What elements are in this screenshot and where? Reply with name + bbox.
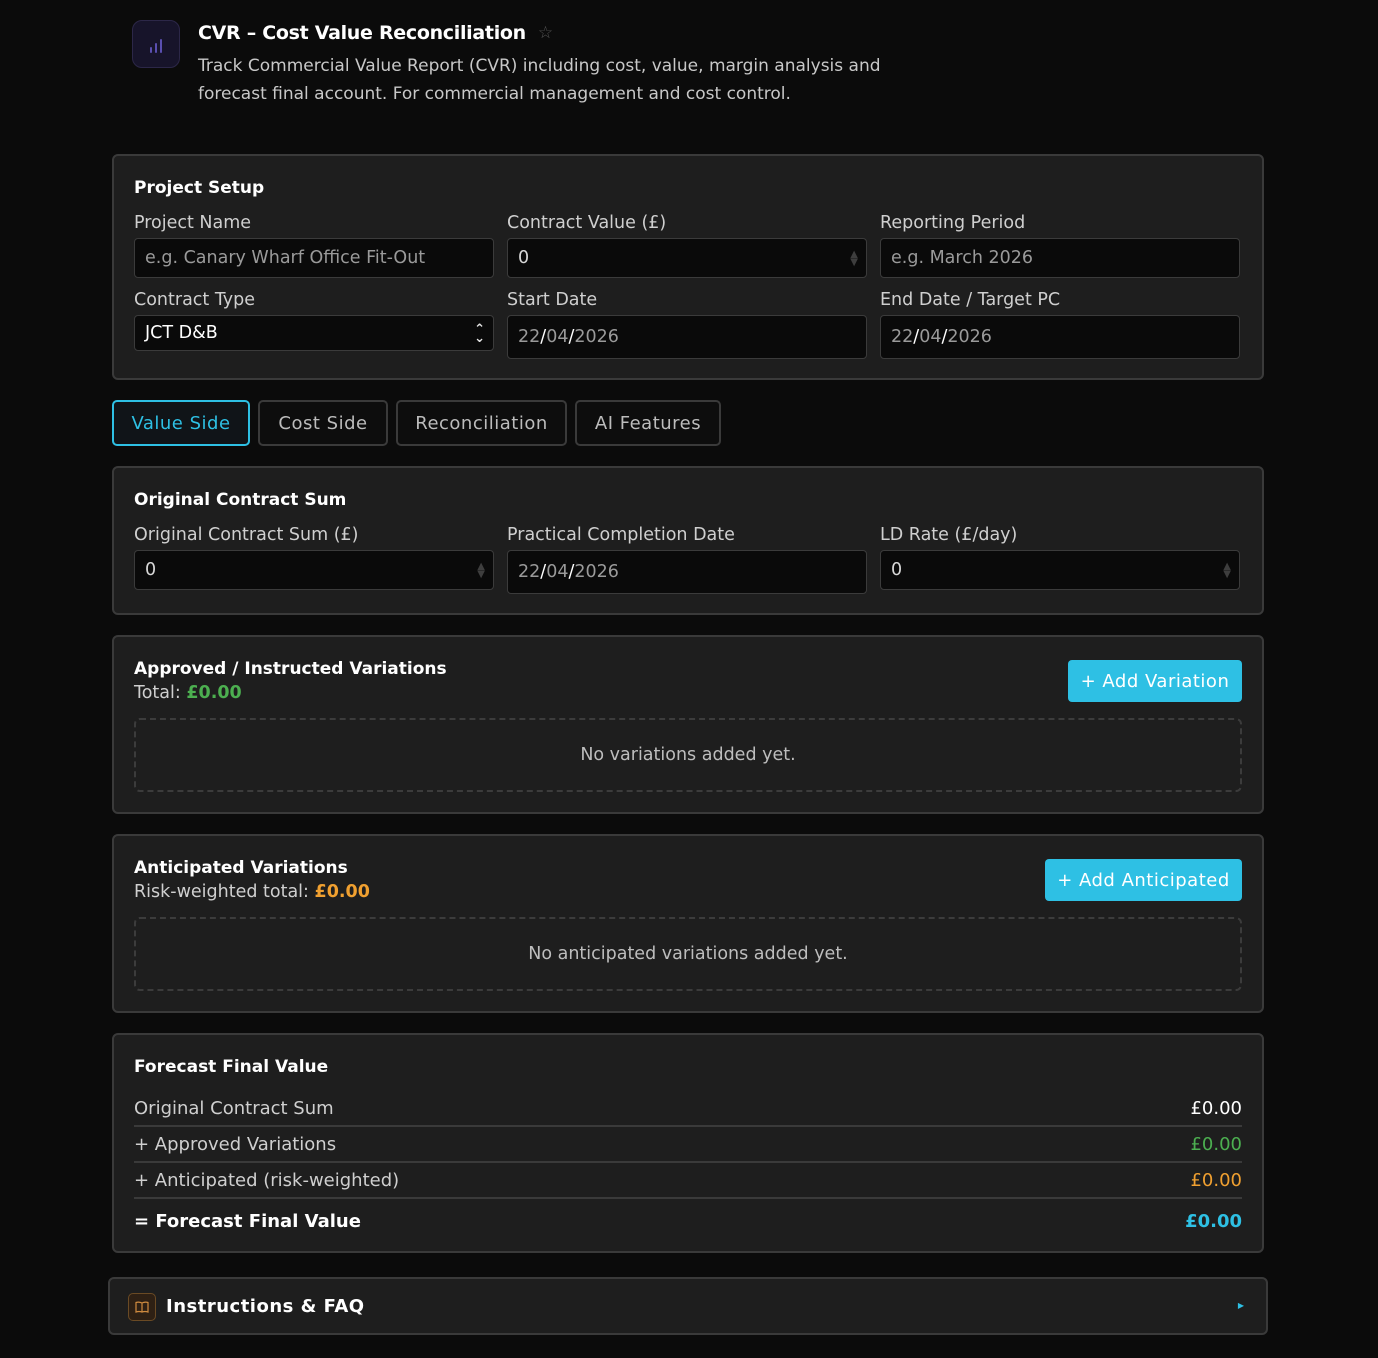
pc-date-label: Practical Completion Date xyxy=(507,525,735,545)
empty-state: No anticipated variations added yet. xyxy=(134,917,1242,991)
forecast-row-original: Original Contract Sum £0.00 xyxy=(134,1091,1242,1127)
forecast-row-anticipated: + Anticipated (risk-weighted) £0.00 xyxy=(134,1163,1242,1199)
contract-type-value: JCT D&B xyxy=(145,323,218,343)
date-month: 04 xyxy=(546,562,569,582)
contract-value-text: 0 xyxy=(518,248,530,268)
tab-value-side[interactable]: Value Side xyxy=(112,400,250,446)
faq-title: Instructions & FAQ xyxy=(166,1296,365,1317)
contract-type-select[interactable]: JCT D&B ⌃ ⌄ xyxy=(134,315,494,351)
start-date-input[interactable]: 22/04/2026 xyxy=(507,315,867,359)
caret-right-icon: ▶ xyxy=(1237,1301,1244,1310)
row-label: Original Contract Sum xyxy=(134,1097,334,1119)
contract-sum-label: Original Contract Sum (£) xyxy=(134,525,359,545)
ld-rate-label: LD Rate (£/day) xyxy=(880,525,1018,545)
total-label: Total: xyxy=(134,683,181,703)
tab-ai-features[interactable]: AI Features xyxy=(575,400,721,446)
date-year: 2026 xyxy=(574,562,619,582)
end-date-label: End Date / Target PC xyxy=(880,290,1061,310)
add-anticipated-button[interactable]: + Add Anticipated xyxy=(1045,859,1242,901)
variations-total: Total: £0.00 xyxy=(134,683,242,703)
contract-sum-input[interactable]: 0 ▲ ▼ xyxy=(134,550,494,590)
row-value: £0.00 xyxy=(1185,1210,1242,1232)
tab-cost-side[interactable]: Cost Side xyxy=(258,400,388,446)
project-name-label: Project Name xyxy=(134,213,252,233)
row-label: + Anticipated (risk-weighted) xyxy=(134,1169,400,1191)
chevron-updown-icon: ⌃ ⌄ xyxy=(474,322,485,346)
contract-sum-value: 0 xyxy=(145,560,157,580)
date-day: 22 xyxy=(518,562,541,582)
number-spinner-icon[interactable]: ▲ ▼ xyxy=(477,562,485,580)
ld-rate-value: 0 xyxy=(891,560,903,580)
ld-rate-input[interactable]: 0 ▲ ▼ xyxy=(880,550,1240,590)
reporting-period-label: Reporting Period xyxy=(880,213,1026,233)
anticipated-variations-card: Anticipated Variations Risk-weighted tot… xyxy=(112,834,1264,1013)
page-title: CVR – Cost Value Reconciliation xyxy=(198,22,526,44)
total-value: £0.00 xyxy=(186,683,242,703)
row-value: £0.00 xyxy=(1190,1097,1242,1119)
approved-variations-card: Approved / Instructed Variations Total: … xyxy=(112,635,1264,814)
number-spinner-icon[interactable]: ▲ ▼ xyxy=(1223,562,1231,580)
contract-value-input[interactable]: 0 ▲ ▼ xyxy=(507,238,867,278)
add-variation-button[interactable]: + Add Variation xyxy=(1068,660,1242,702)
star-icon[interactable]: ☆ xyxy=(538,24,553,42)
date-day: 22 xyxy=(891,327,914,347)
date-year: 2026 xyxy=(947,327,992,347)
forecast-row-approved: + Approved Variations £0.00 xyxy=(134,1127,1242,1163)
total-label: Risk-weighted total: xyxy=(134,882,309,902)
reporting-period-input[interactable]: e.g. March 2026 xyxy=(880,238,1240,278)
contract-type-label: Contract Type xyxy=(134,290,256,310)
instructions-faq-toggle[interactable]: Instructions & FAQ ▶ xyxy=(108,1277,1268,1335)
row-label: + Approved Variations xyxy=(134,1133,337,1155)
card-title: Forecast Final Value xyxy=(134,1057,329,1077)
tab-reconciliation[interactable]: Reconciliation xyxy=(396,400,567,446)
contract-value-label: Contract Value (£) xyxy=(507,213,667,233)
bar-chart-icon xyxy=(132,20,180,68)
project-name-input[interactable]: e.g. Canary Wharf Office Fit-Out xyxy=(134,238,494,278)
number-spinner-icon[interactable]: ▲ ▼ xyxy=(850,250,858,268)
book-icon xyxy=(128,1293,156,1321)
original-contract-card: Original Contract Sum Original Contract … xyxy=(112,466,1264,615)
card-title: Project Setup xyxy=(134,178,265,198)
empty-state: No variations added yet. xyxy=(134,718,1242,792)
row-value: £0.00 xyxy=(1190,1133,1242,1155)
card-title: Approved / Instructed Variations xyxy=(134,659,447,679)
date-year: 2026 xyxy=(574,327,619,347)
page-description: Track Commercial Value Report (CVR) incl… xyxy=(198,56,881,104)
date-day: 22 xyxy=(518,327,541,347)
card-title: Original Contract Sum xyxy=(134,490,347,510)
start-date-label: Start Date xyxy=(507,290,598,310)
forecast-row-total: = Forecast Final Value £0.00 xyxy=(134,1203,1242,1239)
row-label: = Forecast Final Value xyxy=(134,1210,361,1232)
card-title: Anticipated Variations xyxy=(134,858,348,878)
end-date-input[interactable]: 22/04/2026 xyxy=(880,315,1240,359)
total-value: £0.00 xyxy=(314,882,370,902)
pc-date-input[interactable]: 22/04/2026 xyxy=(507,550,867,594)
date-month: 04 xyxy=(546,327,569,347)
forecast-card: Forecast Final Value Original Contract S… xyxy=(112,1033,1264,1253)
row-value: £0.00 xyxy=(1190,1169,1242,1191)
date-month: 04 xyxy=(919,327,942,347)
project-setup-card: Project Setup Project Name e.g. Canary W… xyxy=(112,154,1264,380)
anticipated-total: Risk-weighted total: £0.00 xyxy=(134,882,370,902)
